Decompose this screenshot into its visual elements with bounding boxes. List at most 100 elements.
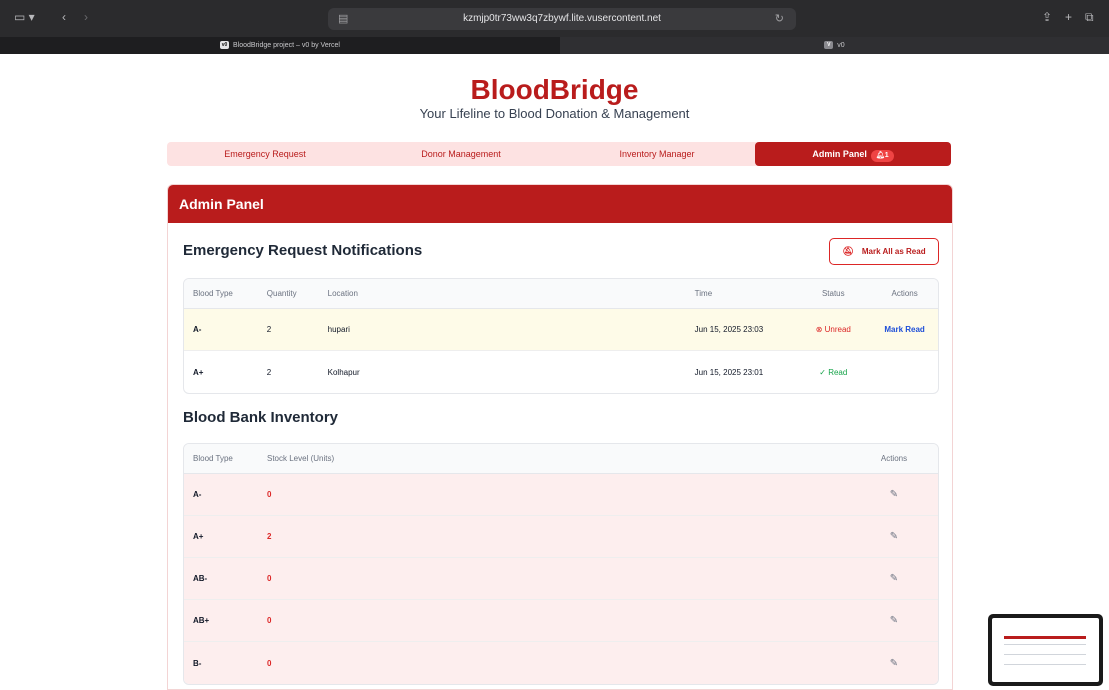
thumbnail-line (1004, 644, 1086, 645)
sidebar-icon[interactable]: ▭ ▾ (14, 10, 35, 24)
tab-strip: v0 BloodBridge project – v0 by Vercel Vv0 (0, 37, 1109, 54)
address-bar[interactable]: ▤ kzmjp0tr73ww3q7zbywf.lite.vusercontent… (328, 8, 796, 30)
cell-blood-type: AB- (193, 574, 208, 583)
col-actions: Actions (891, 289, 918, 298)
edit-button[interactable]: ✎ (850, 615, 938, 626)
edit-button[interactable]: ✎ (850, 658, 938, 669)
mark-read-button[interactable]: Mark Read (871, 325, 938, 334)
status-label: Unread (824, 325, 851, 334)
page-content: BloodBridge Your Lifeline to Blood Donat… (0, 54, 1109, 690)
nav-emergency-request[interactable]: Emergency Request (167, 142, 363, 166)
cell-blood-type: B- (193, 658, 202, 668)
tab-v0[interactable]: Vv0 (560, 37, 1109, 54)
cell-time: Jun 15, 2025 23:03 (694, 325, 764, 334)
table-row: A- 0 ✎ (184, 474, 938, 516)
edit-button[interactable]: ✎ (850, 531, 938, 542)
main-nav: Emergency Request Donor Management Inven… (167, 142, 951, 166)
cell-blood-type: A- (193, 490, 202, 499)
nav-label: Inventory Manager (619, 149, 695, 159)
check-circle-icon: ✓ (819, 367, 829, 377)
cell-blood-type: A- (193, 325, 202, 334)
v0-favicon-icon: V (824, 41, 834, 50)
table-row: A+ 2 ✎ (184, 516, 938, 558)
cell-blood-type: A+ (193, 367, 204, 377)
col-time: Time (694, 289, 713, 298)
table-row: A+ 2 Kolhapur Jun 15, 2025 23:01 ✓ Read (184, 351, 938, 393)
screenshot-thumbnail[interactable] (988, 614, 1103, 686)
mark-all-label: Mark All as Read (861, 247, 926, 256)
brand-tagline: Your Lifeline to Blood Donation & Manage… (419, 106, 690, 121)
thumbnail-line (1004, 664, 1086, 665)
notifications-title: Emergency Request Notifications (183, 242, 423, 259)
table-header: Blood Type Quantity Location Time Status… (184, 279, 938, 309)
vercel-favicon-icon: v0 (219, 41, 229, 50)
edit-button[interactable]: ✎ (850, 489, 938, 500)
nav-label: Emergency Request (224, 149, 306, 159)
cell-quantity: 2 (266, 325, 272, 334)
cell-time: Jun 15, 2025 23:01 (694, 367, 764, 377)
cell-location: Kolhapur (327, 367, 360, 377)
edit-icon: ✎ (889, 573, 899, 584)
edit-button[interactable]: ✎ (850, 573, 938, 584)
admin-panel: Admin Panel Emergency Request Notificati… (167, 184, 953, 690)
notification-badge: 🔔︎1 (870, 150, 894, 162)
cell-blood-type: A+ (193, 532, 204, 541)
thumbnail-line (1004, 654, 1086, 655)
cell-stock: 0 (267, 490, 272, 499)
cell-blood-type: AB+ (193, 616, 210, 625)
col-actions: Actions (880, 454, 908, 463)
edit-icon: ✎ (889, 615, 899, 626)
nav-donor-management[interactable]: Donor Management (363, 142, 559, 166)
edit-icon: ✎ (889, 657, 899, 669)
table-row: AB+ 0 ✎ (184, 600, 938, 642)
panel-title: Admin Panel (168, 185, 952, 223)
nav-label: Donor Management (421, 149, 501, 159)
cell-stock: 2 (267, 532, 272, 541)
thumbnail-bar (1004, 636, 1086, 639)
tab-bloodbridge[interactable]: v0 BloodBridge project – v0 by Vercel (0, 37, 560, 54)
bell-off-icon: 🔕︎ (842, 246, 854, 256)
url-text: kzmjp0tr73ww3q7zbywf.lite.vusercontent.n… (463, 13, 661, 24)
nav-label: Admin Panel (812, 149, 867, 159)
col-quantity: Quantity (266, 289, 297, 298)
table-row: AB- 0 ✎ (184, 558, 938, 600)
cell-stock: 0 (267, 574, 272, 583)
tabs-icon[interactable]: ⧉ (1085, 10, 1094, 25)
col-status: Status (821, 289, 845, 298)
browser-toolbar: ▭ ▾ ‹ › ▤ kzmjp0tr73ww3q7zbywf.lite.vuse… (0, 0, 1109, 37)
cell-location: hupari (327, 325, 350, 334)
shield-icon: ▤ (338, 13, 349, 25)
edit-icon: ✎ (889, 489, 899, 500)
brand-title: BloodBridge (470, 74, 639, 105)
share-icon[interactable]: ⇪ (1042, 10, 1052, 24)
inventory-title: Blood Bank Inventory (183, 409, 339, 426)
col-blood-type: Blood Type (193, 289, 233, 298)
x-circle-icon: ⊗ (815, 325, 825, 334)
nav-admin-panel[interactable]: Admin Panel 🔔︎1 (755, 142, 951, 166)
status-label: Read (828, 367, 848, 377)
thumbnail-preview (992, 618, 1099, 682)
cell-stock: 0 (267, 658, 272, 668)
tab-label: BloodBridge project – v0 by Vercel (232, 42, 340, 49)
edit-icon: ✎ (889, 531, 899, 542)
table-header: Blood Type Stock Level (Units) Actions (184, 444, 938, 474)
bell-icon: 🔔︎ (875, 152, 885, 159)
mark-all-read-button[interactable]: 🔕︎ Mark All as Read (829, 238, 939, 265)
status-badge: ⊗ Unread (795, 325, 871, 334)
table-row: B- 0 ✎ (184, 642, 938, 684)
col-location: Location (327, 289, 358, 298)
nav-inventory-manager[interactable]: Inventory Manager (559, 142, 755, 166)
notifications-table: Blood Type Quantity Location Time Status… (183, 278, 939, 394)
cell-quantity: 2 (266, 367, 272, 377)
cell-stock: 0 (267, 616, 272, 625)
chevron-right-icon[interactable]: › (84, 10, 88, 24)
plus-icon[interactable]: + (1065, 10, 1072, 24)
reload-icon[interactable]: ↻ (775, 8, 784, 30)
col-blood-type: Blood Type (193, 454, 233, 463)
inventory-table: Blood Type Stock Level (Units) Actions A… (183, 443, 939, 685)
status-badge: ✓ Read (795, 368, 871, 377)
chevron-left-icon[interactable]: ‹ (62, 10, 66, 24)
badge-count: 1 (884, 152, 889, 159)
col-stock-level: Stock Level (Units) (267, 454, 335, 463)
tab-label: v0 (837, 42, 845, 49)
